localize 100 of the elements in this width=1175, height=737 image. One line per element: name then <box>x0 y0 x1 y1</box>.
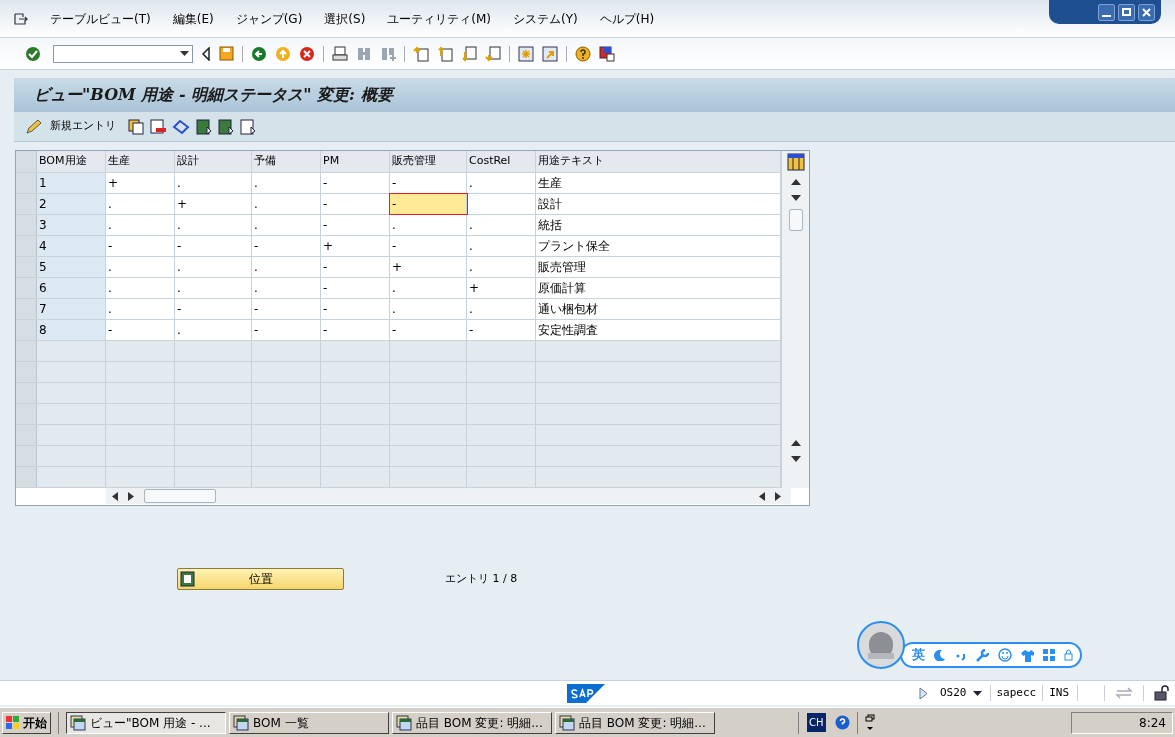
column-header[interactable]: CostRel <box>467 151 536 172</box>
table-cell: - <box>321 194 390 214</box>
menu-item[interactable]: ヘルプ(H) <box>599 9 655 28</box>
help-icon[interactable] <box>834 715 850 730</box>
vertical-scrollbar[interactable] <box>781 151 809 488</box>
insert-mode: INS <box>1049 684 1070 701</box>
scroll-thumb[interactable] <box>144 489 216 503</box>
table-cell: . <box>390 299 467 319</box>
delete-row-icon[interactable] <box>150 118 166 135</box>
column-header[interactable]: PM <box>321 151 390 172</box>
scroll-right-icon[interactable] <box>128 491 134 501</box>
ime-avatar[interactable] <box>856 620 906 670</box>
table-cell: 統括 <box>536 215 781 235</box>
windows-icon[interactable] <box>864 713 875 732</box>
new-entries-button[interactable]: 新規エントリ <box>24 118 122 135</box>
grid-icon[interactable] <box>1043 649 1055 661</box>
save-icon[interactable] <box>219 46 234 61</box>
minimize-icon[interactable] <box>1098 3 1115 21</box>
table-cell: 販売管理 <box>536 257 781 277</box>
layout-icon[interactable] <box>599 45 615 62</box>
position-button[interactable]: 位置 <box>177 568 344 590</box>
cancel-icon[interactable] <box>299 45 315 62</box>
column-header[interactable]: 販売管理 <box>390 151 467 172</box>
window-icon <box>70 714 86 731</box>
print-icon[interactable] <box>332 45 348 62</box>
table-cell: - <box>175 236 252 256</box>
table-cell: 原価計算 <box>536 278 781 298</box>
menu-item[interactable]: ユーティリティ(M) <box>387 9 492 28</box>
scroll-thumb[interactable] <box>788 209 803 231</box>
scroll-left-icon[interactable] <box>112 491 118 501</box>
start-button[interactable]: 开始 <box>2 711 51 734</box>
table-cell: - <box>252 236 321 256</box>
table-cell: . <box>467 257 536 277</box>
menu-item[interactable]: 編集(E) <box>172 9 214 28</box>
table-cell: + <box>175 194 252 214</box>
column-header[interactable]: 設計 <box>175 151 252 172</box>
help-icon[interactable] <box>575 45 591 62</box>
up-icon[interactable] <box>275 45 291 62</box>
menu-icon[interactable] <box>14 12 28 25</box>
taskbar-button[interactable]: BOM 一覧 <box>229 711 389 734</box>
back-icon[interactable] <box>251 45 267 62</box>
scroll-right-icon[interactable] <box>775 491 781 501</box>
select-block-icon[interactable] <box>218 118 234 135</box>
taskbar-button[interactable]: 品目 BOM 変更: 明細... <box>392 711 552 734</box>
input-field[interactable]: - <box>390 194 467 214</box>
dropdown-icon[interactable] <box>972 690 982 696</box>
command-field[interactable] <box>53 44 193 63</box>
lock-icon[interactable] <box>1064 649 1073 661</box>
restore-icon[interactable] <box>1118 3 1135 21</box>
wrench-icon[interactable] <box>976 648 989 662</box>
deselect-all-icon[interactable] <box>240 118 256 135</box>
table-cell: - <box>321 278 390 298</box>
table-cell: 設計 <box>536 194 781 214</box>
first-page-icon[interactable] <box>413 45 429 62</box>
table-cell: + <box>467 278 536 298</box>
table-cell: + <box>390 257 467 277</box>
dropdown-icon[interactable] <box>180 51 189 56</box>
moon-icon[interactable] <box>934 649 946 661</box>
menu-item[interactable]: ジャンプ(G) <box>235 9 303 28</box>
table-cell: . <box>106 257 175 277</box>
transfer-icon[interactable] <box>1115 687 1134 699</box>
check-icon[interactable] <box>25 45 41 62</box>
menu-item[interactable]: システム(Y) <box>513 9 578 28</box>
copy-icon[interactable] <box>128 118 144 135</box>
last-page-icon[interactable] <box>485 45 501 62</box>
play-icon[interactable] <box>919 686 928 700</box>
new-session-icon[interactable] <box>518 45 534 62</box>
column-settings-icon[interactable] <box>786 153 805 171</box>
table-cell: . <box>175 173 252 193</box>
window-icon <box>233 714 249 731</box>
scroll-down-icon[interactable] <box>790 195 801 201</box>
column-header[interactable]: 予備 <box>252 151 321 172</box>
shirt-icon[interactable] <box>1021 648 1034 662</box>
shortcut-icon[interactable] <box>542 45 558 62</box>
column-header[interactable]: BOM用途 <box>37 151 106 172</box>
horizontal-scrollbar[interactable] <box>106 488 791 504</box>
taskbar-button[interactable]: 品目 BOM 変更: 明細... <box>555 711 715 734</box>
table-cell: - <box>175 299 252 319</box>
table-cell: . <box>175 215 252 235</box>
table-cell: - <box>252 299 321 319</box>
scroll-left-icon[interactable] <box>759 491 765 501</box>
next-page-icon[interactable] <box>461 45 477 62</box>
select-all-icon[interactable] <box>196 118 212 135</box>
padlock-icon[interactable] <box>1154 685 1171 701</box>
table-cell: 通い梱包材 <box>536 299 781 319</box>
close-icon[interactable] <box>1138 3 1155 21</box>
smiley-icon[interactable] <box>998 648 1012 662</box>
previous-page-icon[interactable] <box>437 45 453 62</box>
scroll-up-icon[interactable] <box>790 440 801 446</box>
back-triangle-icon[interactable] <box>201 46 211 61</box>
table-cell: 2 <box>37 194 106 214</box>
table-cell: - <box>390 320 467 340</box>
column-header[interactable]: 生産 <box>106 151 175 172</box>
language-indicator[interactable]: CH <box>807 713 826 732</box>
scroll-down-icon[interactable] <box>790 456 801 462</box>
table-cell: - <box>252 320 321 340</box>
taskbar-button[interactable]: ビュー"BOM 用途 - ... <box>66 711 226 734</box>
menu-item[interactable]: 選択(S) <box>324 9 366 28</box>
scroll-up-icon[interactable] <box>790 179 801 185</box>
menu-item[interactable]: テーブルビュー(T) <box>50 9 151 28</box>
